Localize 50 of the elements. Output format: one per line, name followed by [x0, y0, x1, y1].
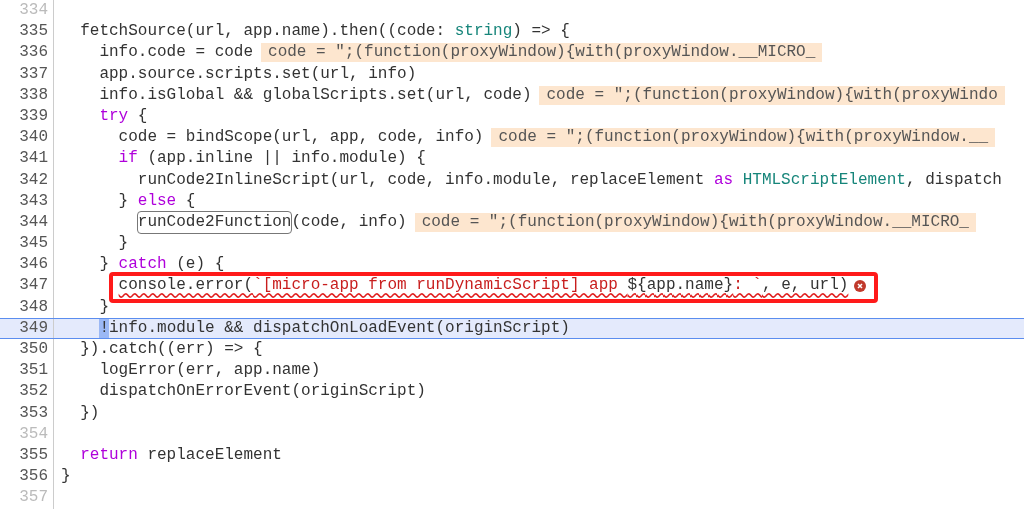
line-number: 351: [0, 360, 54, 382]
code-text: (code, info): [291, 211, 407, 233]
code-text: }: [99, 296, 109, 318]
line-number: 344: [0, 211, 54, 234]
code-text: app.source.scripts.set(url, info): [99, 63, 417, 85]
code-text: }: [118, 233, 129, 255]
line-number: 337: [0, 63, 54, 85]
line-number: 355: [0, 444, 54, 467]
line-number: 339: [0, 105, 54, 128]
line-number: 340: [0, 127, 54, 149]
line-number: 356: [0, 466, 54, 488]
code-text: if (app.inline || info.module) {: [118, 148, 426, 170]
code-text: try {: [99, 105, 148, 127]
code-text: info.code = code: [99, 42, 254, 64]
line-number: 350: [0, 339, 54, 361]
code-text: return replaceElement: [80, 444, 282, 466]
line-number: 342: [0, 169, 54, 191]
code-text: info.isGlobal && globalScripts.set(url, code): [99, 84, 532, 106]
line-number: 345: [0, 233, 54, 255]
line-number: 348: [0, 296, 54, 318]
code-text: }: [61, 466, 71, 488]
code-text: info.module && dispatchOnLoadEvent(originScript): [109, 318, 570, 338]
line-number: 357: [0, 487, 54, 509]
code-text: runCode2InlineScript(url, code, info.module, replaceElement as HTMLScriptElement, dispatch: [137, 169, 1002, 191]
code-text: fetchSource(url, app.name).then((code: string) => {: [80, 21, 570, 43]
line-number: 354: [0, 423, 54, 445]
inlay-hint: code = ";(function(proxyWindow){with(proxyWindo: [539, 85, 1005, 105]
line-number: 353: [0, 402, 54, 424]
line-number: 334: [0, 0, 54, 22]
line-number: 343: [0, 190, 54, 212]
line-number: 341: [0, 148, 54, 170]
line-number: 335: [0, 21, 54, 43]
cursor-selection: !: [99, 318, 109, 338]
code-text: logError(err, app.name): [99, 360, 321, 382]
line-number: 349: [0, 318, 54, 338]
inlay-hint: code = ";(function(proxyWindow){with(proxyWindow.__MICRO_: [414, 212, 976, 232]
line-number: 346: [0, 254, 54, 276]
line-number: 336: [0, 42, 54, 64]
line-number: 352: [0, 381, 54, 403]
code-text: code = bindScope(url, app, code, info): [118, 127, 484, 149]
code-text: } else {: [118, 190, 196, 212]
code-text: }).catch((err) => {: [80, 339, 263, 360]
line-number: 347: [0, 275, 54, 297]
code-text: }): [80, 402, 100, 424]
code-text: dispatchOnErrorEvent(originScript): [99, 381, 426, 403]
code-text: console.error(`[micro-app from runDynamicScript] app ${app.name}: `, e, url): [118, 275, 849, 297]
inlay-hint: code = ";(function(proxyWindow){with(proxyWindow.__MICRO_: [261, 43, 823, 63]
inlay-hint: code = ";(function(proxyWindow){with(proxyWindow.__: [491, 128, 996, 148]
line-number: 338: [0, 84, 54, 106]
code-text: } catch (e) {: [99, 254, 225, 276]
